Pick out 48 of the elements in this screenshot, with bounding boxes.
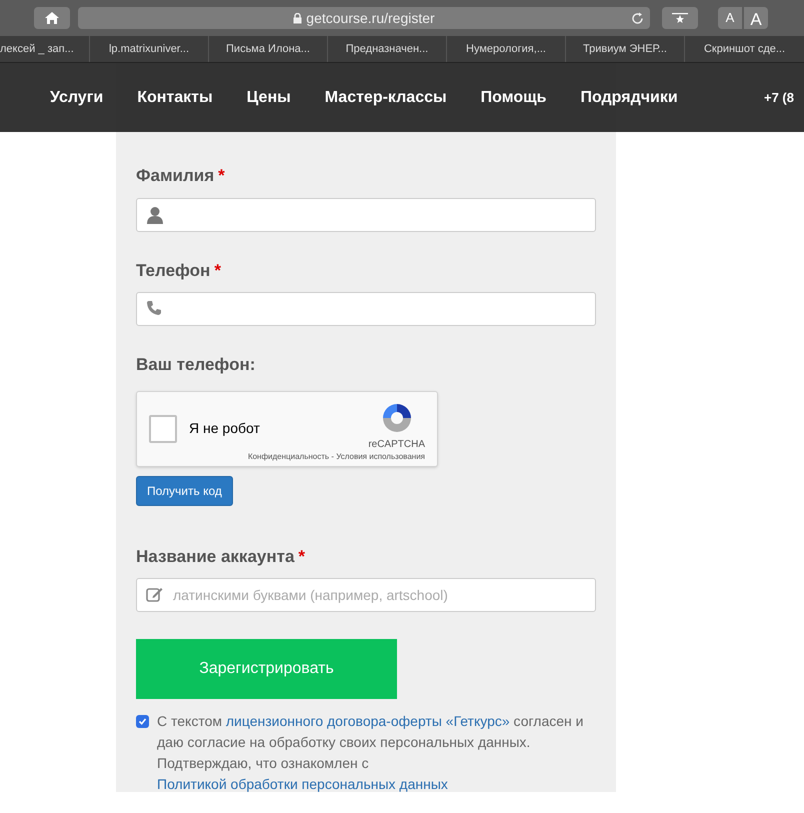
required-mark: * bbox=[218, 166, 225, 185]
link[interactable]: Политикой обработки персональных данных bbox=[157, 776, 448, 792]
field-label: Название аккаунта bbox=[136, 546, 294, 566]
bookmark-item[interactable]: лексей _ зап... bbox=[0, 36, 90, 62]
phone-number: +7 (8 bbox=[764, 88, 794, 107]
reload-icon[interactable] bbox=[631, 12, 644, 24]
consent-checkbox[interactable] bbox=[136, 715, 149, 728]
url-text: getcourse.ru/register bbox=[306, 8, 435, 28]
get-code-button[interactable]: Получить код bbox=[136, 476, 233, 506]
pencil-icon bbox=[146, 586, 163, 603]
recaptcha-label: reCAPTCHA bbox=[368, 438, 425, 452]
nav-link[interactable]: Контакты bbox=[137, 86, 213, 110]
recaptcha-logo bbox=[381, 402, 413, 434]
address-bar[interactable]: getcourse.ru/register bbox=[78, 7, 650, 29]
star-icon bbox=[671, 12, 689, 24]
bookmark-item[interactable]: Тривиум ЭНЕР... bbox=[566, 36, 685, 62]
required-mark: * bbox=[298, 546, 306, 566]
nav-link[interactable]: Подрядчики bbox=[580, 86, 678, 110]
input-field[interactable]: латинскими буквами (например, artschool) bbox=[136, 578, 596, 612]
bookmark-item[interactable]: lp.matrixuniver... bbox=[90, 36, 209, 62]
home-icon bbox=[44, 11, 60, 25]
person-icon bbox=[146, 206, 164, 224]
consent-text: С текстом лицензионного договора-оферты «Геткурс» согласен и даю согласие на обработку своих персональных данных. Подтверждаю, что ознакомлен с Политикой обработки персональных данных bbox=[157, 712, 584, 794]
captcha-links[interactable]: Конфиденциальность - Условия использования bbox=[248, 450, 425, 462]
link[interactable]: лицензионного договора-оферты «Геткурс» bbox=[226, 713, 510, 729]
field-label: Ваш телефон: bbox=[136, 354, 256, 376]
text-larger-button[interactable]: A bbox=[744, 7, 768, 29]
check-icon bbox=[138, 717, 147, 726]
captcha-label: Я не робот bbox=[189, 419, 260, 438]
field-label: Телефон bbox=[136, 260, 210, 280]
bookmark-item[interactable]: Нумерология,... bbox=[447, 36, 566, 62]
nav-link[interactable]: Цены bbox=[246, 86, 291, 110]
required-mark: * bbox=[214, 260, 221, 280]
nav-link[interactable]: Мастер-классы bbox=[324, 86, 447, 110]
nav-link[interactable]: Услуги bbox=[50, 86, 104, 110]
bookmark-item[interactable]: Письма Илона... bbox=[209, 36, 328, 62]
phone-icon bbox=[146, 300, 162, 316]
input-field[interactable] bbox=[136, 292, 596, 326]
bookmark-item[interactable]: Предназначен... bbox=[328, 36, 447, 62]
captcha-checkbox[interactable] bbox=[149, 414, 177, 442]
reader-button[interactable] bbox=[662, 7, 698, 29]
bookmark-item[interactable]: Скриншот сде... bbox=[685, 36, 804, 62]
text-smaller-button[interactable]: A bbox=[718, 7, 742, 29]
input-field[interactable] bbox=[136, 198, 596, 232]
lock-icon bbox=[293, 12, 302, 24]
home-button[interactable] bbox=[34, 7, 70, 29]
nav-link[interactable]: Помощь bbox=[480, 86, 546, 110]
field-label: Фамилия bbox=[136, 166, 214, 185]
